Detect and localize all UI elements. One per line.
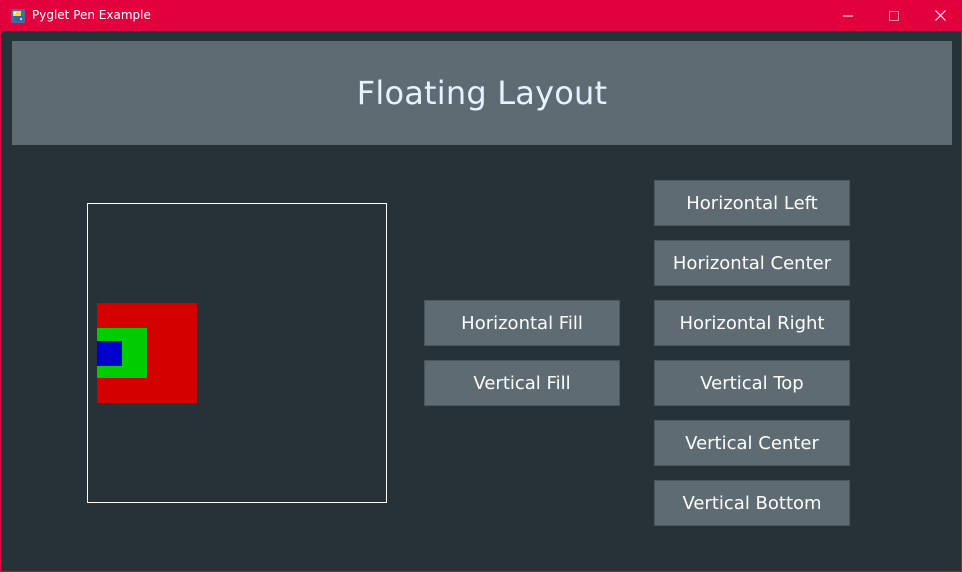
vertical-top-button[interactable]: Vertical Top <box>654 360 850 406</box>
maximize-icon <box>889 6 899 25</box>
close-icon <box>934 6 946 25</box>
vertical-bottom-button[interactable]: Vertical Bottom <box>654 480 850 526</box>
header-panel: Floating Layout <box>12 41 952 145</box>
minimize-icon <box>843 6 853 25</box>
page-title: Floating Layout <box>356 74 608 112</box>
horizontal-center-button[interactable]: Horizontal Center <box>654 240 850 286</box>
horizontal-fill-button[interactable]: Horizontal Fill <box>424 300 620 346</box>
layout-demo-area <box>87 203 387 503</box>
horizontal-right-button[interactable]: Horizontal Right <box>654 300 850 346</box>
maximize-button[interactable] <box>871 0 917 31</box>
horizontal-left-button[interactable]: Horizontal Left <box>654 180 850 226</box>
vertical-fill-button[interactable]: Vertical Fill <box>424 360 620 406</box>
title-bar[interactable]: Pyglet Pen Example <box>1 0 962 31</box>
vertical-center-button[interactable]: Vertical Center <box>654 420 850 466</box>
minimize-button[interactable] <box>825 0 871 31</box>
inner-blue-rect <box>97 341 122 366</box>
app-window: Pyglet Pen Example Floating Layout Horiz… <box>0 0 962 572</box>
window-title: Pyglet Pen Example <box>32 8 151 22</box>
close-button[interactable] <box>917 0 962 31</box>
python-icon <box>11 8 25 23</box>
